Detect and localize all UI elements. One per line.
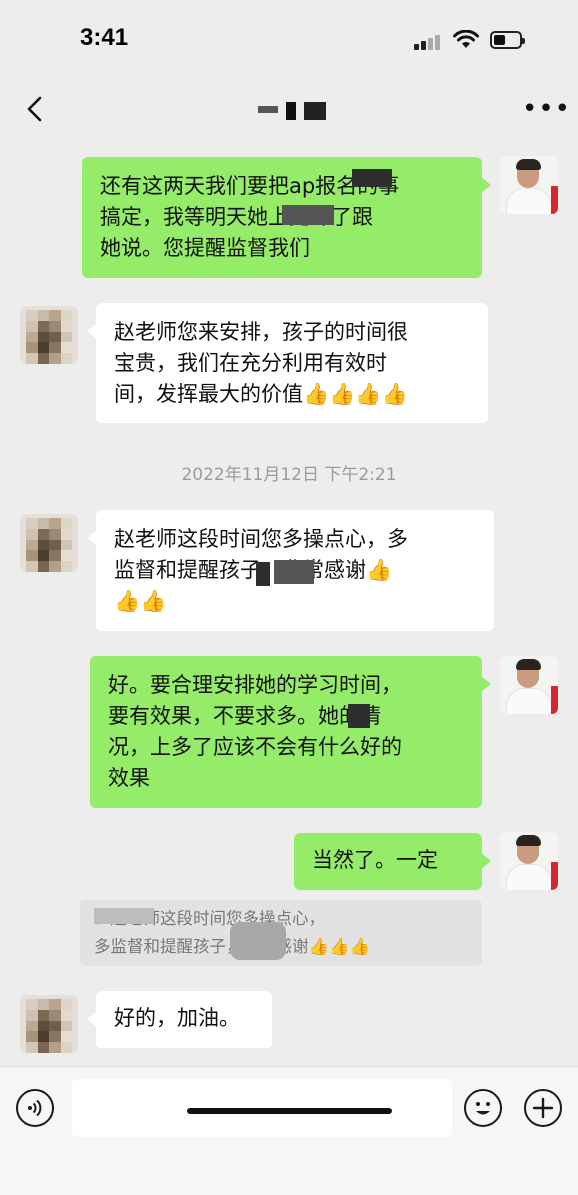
avatar-me[interactable] xyxy=(500,656,558,714)
message-bubble-received[interactable]: 赵老师这段时间您多操点心，多 监督和提醒孩子。非常感谢👍 👍👍 xyxy=(87,510,494,631)
avatar-contact[interactable] xyxy=(20,306,78,364)
battery-icon xyxy=(490,31,525,49)
avatar-me[interactable] xyxy=(500,832,558,890)
wifi-icon xyxy=(453,30,479,48)
status-bar: 3:41 xyxy=(0,0,578,80)
chat-header: ••• xyxy=(0,80,578,136)
message-line: 赵老师这段时间您多操点心，多 xyxy=(114,527,408,551)
message-bubble-received[interactable]: 好的，加油。 xyxy=(87,991,272,1048)
message-line: 赵老师您来安排，孩子的时间很 xyxy=(114,320,408,344)
message-bubble-sent[interactable]: 当然了。一定 xyxy=(294,833,491,890)
thumbs-up-emoji: 👍👍 xyxy=(114,589,167,613)
thumbs-up-emoji: 👍 xyxy=(366,558,393,582)
chat-timestamp: 2022年11月12日 下午2:21 xyxy=(181,465,397,485)
message-line: 监督和提醒孩子。非常感谢 xyxy=(114,558,366,582)
avatar-contact[interactable] xyxy=(20,514,78,572)
message-line: 好。要合理安排她的学习时间， xyxy=(108,673,402,697)
message-line: 好的，加油。 xyxy=(114,1006,240,1030)
message-line: 当然了。一定 xyxy=(312,848,438,872)
thumbs-up-emoji: 👍👍👍 xyxy=(308,937,371,956)
quoted-message[interactable]: ：赵老师这段时间您多操点心， 多监督和提醒孩子，非常感谢👍👍👍 xyxy=(80,900,482,966)
signal-icon xyxy=(414,34,442,50)
message-line: 她说。您提醒监督我们 xyxy=(100,236,310,260)
chat-title xyxy=(256,98,328,122)
more-dots-icon[interactable]: ••• xyxy=(522,96,571,122)
message-bubble-sent[interactable]: 好。要合理安排她的学习时间， 要有效果，不要求多。她的情 况，上多了应该不会有什… xyxy=(90,656,491,808)
thumbs-up-emoji: 👍👍👍👍 xyxy=(303,382,408,406)
avatar-me[interactable] xyxy=(500,156,558,214)
voice-icon[interactable] xyxy=(16,1089,54,1127)
message-line: 效果 xyxy=(108,766,150,790)
message-line: 要有效果，不要求多。她的情 xyxy=(108,704,381,728)
input-bar xyxy=(0,1066,578,1195)
message-bubble-sent[interactable]: 还有这两天我们要把ap报名的事 搞定，我等明天她上完课了跟 她说。您提醒监督我们 xyxy=(82,157,491,278)
message-line: 还有这两天我们要把ap报名的事 xyxy=(100,174,400,198)
plus-icon[interactable] xyxy=(524,1089,562,1127)
message-line: 宝贵，我们在充分利用有效时 xyxy=(114,351,387,375)
home-indicator xyxy=(187,1108,392,1114)
message-line: 况，上多了应该不会有什么好的 xyxy=(108,735,402,759)
emoji-icon[interactable] xyxy=(464,1089,502,1127)
message-line: 间，发挥最大的价值 xyxy=(114,382,303,406)
avatar-contact[interactable] xyxy=(20,995,78,1053)
status-time: 3:41 xyxy=(80,24,129,51)
back-chevron-icon[interactable] xyxy=(20,92,54,126)
message-bubble-received[interactable]: 赵老师您来安排，孩子的时间很 宝贵，我们在充分利用有效时 间，发挥最大的价值👍👍… xyxy=(87,303,488,423)
